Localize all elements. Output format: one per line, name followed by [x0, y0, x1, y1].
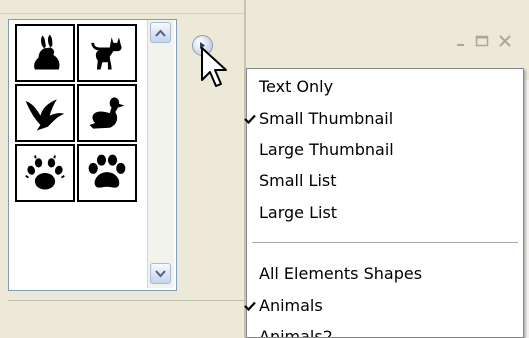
bird-icon	[25, 99, 65, 131]
mouse-cursor-icon	[201, 47, 227, 87]
menu-item-all-elements-shapes[interactable]: All Elements Shapes	[247, 259, 523, 288]
menu-item-small-list[interactable]: Small List	[247, 166, 523, 195]
close-button[interactable]	[495, 32, 515, 50]
cat-icon	[91, 37, 122, 70]
menu-item-label: Animals2	[259, 327, 333, 337]
checkmark-icon	[244, 291, 256, 320]
swatch-duck[interactable]	[77, 84, 137, 142]
panel-header-strip	[0, 0, 246, 14]
menu-item-label: Small List	[259, 171, 337, 190]
swatch-dog-paw[interactable]	[77, 144, 137, 202]
close-icon	[499, 35, 511, 47]
duck-icon	[89, 97, 125, 129]
paw-print-icon	[25, 155, 65, 190]
menu-item-label: Animals	[259, 296, 323, 315]
swatch-list	[8, 19, 177, 291]
menu-item-large-thumbnail[interactable]: Large Thumbnail	[247, 135, 523, 164]
menu-item-large-list[interactable]: Large List	[247, 198, 523, 227]
checkmark-icon	[244, 104, 256, 133]
menu-item-label: Text Only	[259, 77, 334, 96]
menu-item-text-only[interactable]: Text Only	[247, 72, 523, 101]
chevron-down-icon	[155, 269, 166, 277]
menu-item-animals[interactable]: Animals	[244, 291, 523, 320]
rabbit-icon	[34, 34, 60, 70]
menu-item-label: All Elements Shapes	[259, 264, 423, 283]
flyout-menu: Text Only Small Thumbnail Large Thumbnai…	[244, 68, 524, 338]
minimize-icon	[457, 44, 464, 46]
scroll-down-button[interactable]	[150, 263, 171, 284]
menu-item-small-thumbnail[interactable]: Small Thumbnail	[244, 104, 523, 133]
swatch-scrollbar[interactable]	[147, 20, 174, 288]
swatch-rabbit[interactable]	[15, 24, 75, 82]
minimize-button[interactable]	[451, 32, 471, 50]
menu-item-label: Large List	[259, 203, 338, 222]
scroll-up-button[interactable]	[150, 22, 171, 43]
maximize-button[interactable]	[472, 32, 492, 50]
dog-paw-icon	[88, 154, 126, 188]
chevron-up-icon	[155, 29, 166, 37]
panel-divider	[8, 300, 246, 301]
swatch-paw[interactable]	[15, 144, 75, 202]
swatch-cat[interactable]	[77, 24, 137, 82]
swatch-bird[interactable]	[15, 84, 75, 142]
menu-separator	[252, 242, 518, 243]
menu-item-label: Small Thumbnail	[259, 109, 394, 128]
menu-item-animals2[interactable]: Animals2	[247, 322, 523, 337]
menu-item-label: Large Thumbnail	[259, 140, 394, 159]
maximize-icon	[475, 35, 489, 47]
